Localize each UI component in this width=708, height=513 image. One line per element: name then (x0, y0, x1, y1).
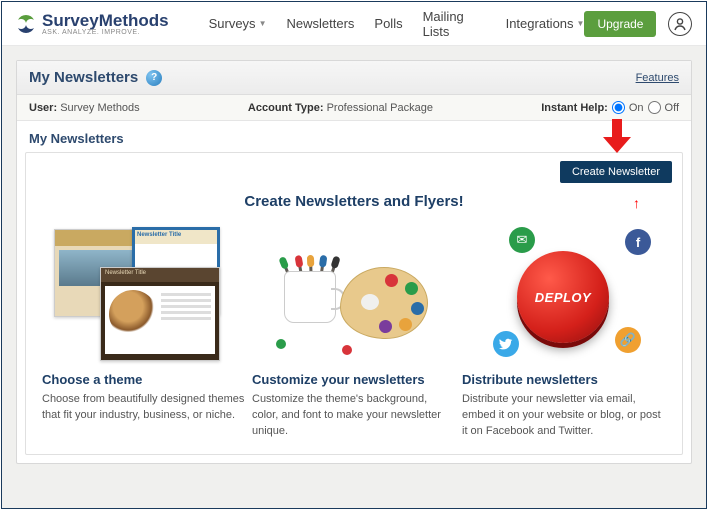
feature-distribute: ✉ f DEPLOY 🔗 Distribute newsletters Dist… (462, 222, 666, 440)
section-title: My Newsletters (29, 131, 124, 146)
link-icon: 🔗 (615, 327, 641, 353)
facebook-icon: f (625, 229, 651, 255)
user-icon (673, 17, 687, 31)
instant-help-off-radio[interactable] (648, 101, 661, 114)
themes-illustration: Newsletter Title Newsletter Title (54, 227, 234, 357)
logo-icon (16, 14, 36, 34)
feature-customize-title: Customize your newsletters (252, 372, 456, 387)
user-label: User: (29, 102, 57, 114)
deploy-button-graphic: DEPLOY (517, 251, 609, 343)
instant-help-on-radio[interactable] (612, 101, 625, 114)
brand-name: SurveyMethods (42, 11, 169, 31)
upgrade-button[interactable]: Upgrade (584, 11, 656, 37)
help-icon[interactable]: ? (146, 70, 162, 86)
account-type-value: Professional Package (327, 102, 433, 114)
top-nav: SurveyMethods ASK. ANALYZE. IMPROVE. Sur… (2, 2, 706, 46)
account-menu[interactable] (668, 12, 692, 36)
palette-illustration (274, 227, 434, 357)
arrow-up-icon: ↑ (633, 195, 640, 211)
feature-customize-desc: Customize the theme's background, color,… (252, 392, 456, 440)
nav-mailing-lists[interactable]: Mailing Lists (423, 9, 486, 39)
mail-icon: ✉ (509, 227, 535, 253)
create-newsletter-button[interactable]: Create Newsletter (560, 161, 672, 183)
feature-distribute-desc: Distribute your newsletter via email, em… (462, 392, 666, 440)
feature-distribute-title: Distribute newsletters (462, 372, 666, 387)
arrow-down-icon (603, 119, 631, 153)
newsletters-panel: My Newsletters ? Features User: Survey M… (16, 60, 692, 464)
hero-title: Create Newsletters and Flyers! (244, 193, 463, 210)
page-title: My Newsletters (29, 69, 138, 86)
nav-polls[interactable]: Polls (374, 9, 402, 39)
user-value: Survey Methods (60, 102, 139, 114)
nav-integrations[interactable]: Integrations▼ (506, 9, 585, 39)
logo[interactable]: SurveyMethods ASK. ANALYZE. IMPROVE. (16, 11, 169, 36)
feature-themes-desc: Choose from beautifully designed themes … (42, 392, 246, 424)
feature-themes: Newsletter Title Newsletter Title Choose… (42, 222, 246, 440)
feature-themes-title: Choose a theme (42, 372, 246, 387)
twitter-icon (493, 331, 519, 357)
nav-surveys[interactable]: Surveys▼ (209, 9, 267, 39)
chevron-down-icon: ▼ (577, 19, 585, 28)
feature-customize: Customize your newsletters Customize the… (252, 222, 456, 440)
instant-help-label: Instant Help: (541, 102, 608, 114)
account-type-label: Account Type: (248, 102, 324, 114)
nav-newsletters[interactable]: Newsletters (286, 9, 354, 39)
chevron-down-icon: ▼ (259, 19, 267, 28)
deploy-illustration: ✉ f DEPLOY 🔗 (469, 227, 659, 357)
features-link[interactable]: Features (636, 72, 679, 84)
